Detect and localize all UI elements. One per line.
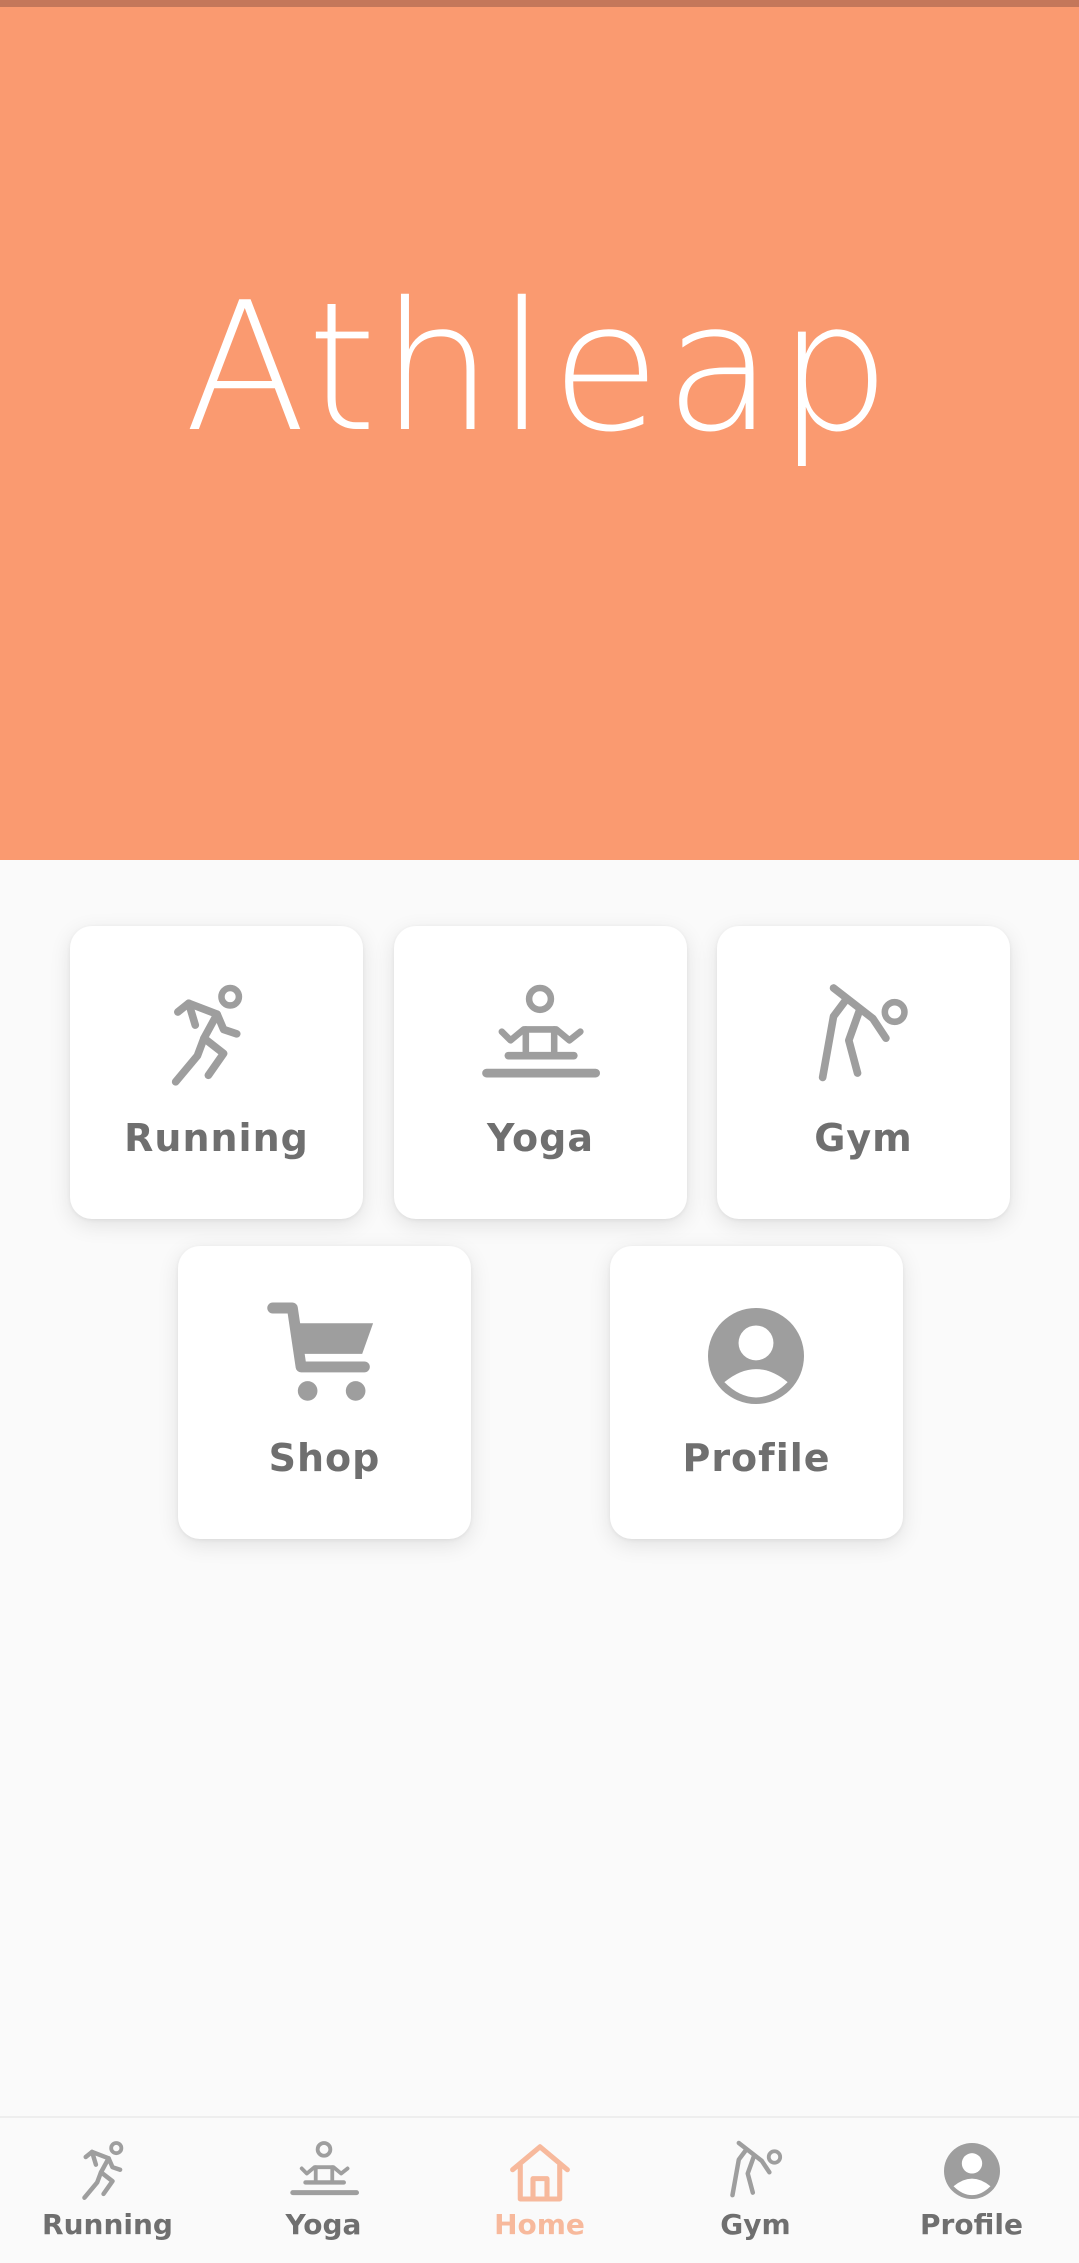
gym-icon	[721, 2136, 791, 2206]
nav-item-label: Running	[42, 2208, 173, 2241]
gym-icon	[803, 976, 923, 1096]
running-tile[interactable]: Running	[70, 926, 363, 1219]
home-screen: Athleap Running Yoga Gym Shop Profile Ru…	[0, 0, 1079, 2263]
account-icon	[944, 2143, 1000, 2199]
nav-item-running[interactable]: Running	[0, 2118, 215, 2263]
nav-item-yoga[interactable]: Yoga	[216, 2118, 431, 2263]
bottom-navigation: Running Yoga Home Gym Profile	[0, 2116, 1079, 2263]
nav-item-gym[interactable]: Gym	[648, 2118, 863, 2263]
profile-tile[interactable]: Profile	[610, 1246, 903, 1539]
yoga-tile-label: Yoga	[487, 1116, 594, 1160]
yoga-icon	[480, 976, 600, 1096]
gym-tile-label: Gym	[814, 1116, 913, 1160]
nav-item-profile[interactable]: Profile	[864, 2118, 1079, 2263]
nav-item-label: Home	[494, 2208, 585, 2241]
yoga-icon	[289, 2136, 359, 2206]
cart-icon	[264, 1296, 384, 1416]
status-bar	[0, 0, 1079, 7]
running-tile-label: Running	[124, 1116, 309, 1160]
app-title: Athleap	[184, 264, 895, 471]
running-icon	[73, 2136, 143, 2206]
nav-item-home[interactable]: Home	[432, 2118, 647, 2263]
nav-item-label: Profile	[920, 2208, 1023, 2241]
shop-tile-label: Shop	[268, 1436, 381, 1480]
home-icon	[505, 2136, 575, 2206]
gym-tile[interactable]: Gym	[717, 926, 1010, 1219]
running-icon	[156, 976, 276, 1096]
profile-tile-label: Profile	[682, 1436, 831, 1480]
hero-banner: Athleap	[0, 7, 1079, 860]
nav-item-label: Gym	[720, 2208, 791, 2241]
yoga-tile[interactable]: Yoga	[394, 926, 687, 1219]
account-icon	[708, 1308, 804, 1404]
shop-tile[interactable]: Shop	[178, 1246, 471, 1539]
nav-item-label: Yoga	[285, 2208, 362, 2241]
